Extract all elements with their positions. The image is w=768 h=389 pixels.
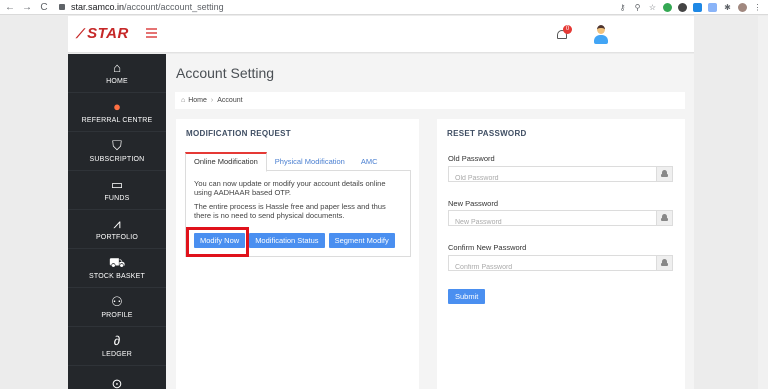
breadcrumb: ⌂ Home › Account	[175, 92, 685, 109]
sidebar-item-funds[interactable]: ▭ FUNDS	[68, 171, 166, 210]
lock-icon	[656, 256, 672, 270]
user-avatar[interactable]	[592, 25, 610, 45]
old-password-input[interactable]	[449, 171, 649, 186]
old-password-field	[448, 166, 673, 186]
url-host: star.samco.in	[71, 2, 125, 12]
segment-modify-button[interactable]: Segment Modify	[328, 233, 395, 248]
confirm-password-field	[448, 255, 673, 275]
confirm-password-label: Confirm New Password	[448, 243, 527, 252]
puzzle-icon[interactable]: ✱	[723, 3, 732, 12]
logo-mark-icon: ⟋	[76, 25, 86, 41]
profile-avatar-icon[interactable]	[738, 3, 747, 12]
breadcrumb-current: Account	[217, 97, 243, 104]
sidebar-item-label: FUNDS	[104, 195, 130, 202]
sidebar-item-more[interactable]: ⊙	[68, 366, 166, 389]
wallet-icon: ▭	[110, 177, 124, 192]
menu-toggle-icon[interactable]	[146, 28, 157, 38]
lock-icon	[59, 4, 65, 10]
modification-tabs: Online Modification Physical Modificatio…	[185, 152, 411, 172]
back-icon[interactable]: ←	[3, 2, 17, 13]
star-logo[interactable]: ⟋ STAR	[76, 25, 129, 42]
star-icon[interactable]: ☆	[648, 3, 657, 12]
address-bar[interactable]: star.samco.in/account/account_setting	[59, 2, 224, 12]
sidebar-item-ledger[interactable]: ∂ LEDGER	[68, 327, 166, 366]
sidebar-item-label: PROFILE	[101, 312, 133, 319]
lock-icon	[656, 167, 672, 181]
sidebar-item-label: HOME	[106, 78, 128, 85]
modification-description-2: The entire process is Hassle free and pa…	[194, 202, 386, 220]
forward-icon[interactable]: →	[20, 2, 34, 13]
sidebar-item-label: LEDGER	[102, 351, 132, 358]
home-icon: ⌂	[181, 97, 186, 104]
reset-password-card: RESET PASSWORD Old Password New Password…	[437, 119, 685, 389]
browser-toolbar: ← → C star.samco.in/account/account_sett…	[0, 0, 768, 15]
sidebar-item-subscription[interactable]: ⛉ SUBSCRIPTION	[68, 132, 166, 171]
sidebar-item-label: PORTFOLIO	[95, 234, 139, 241]
browser-extensions: ⚷ ⚲ ☆ ✱ ⋮	[618, 1, 762, 14]
user-icon: ⚇	[111, 294, 123, 309]
zoom-icon[interactable]: ⚲	[633, 3, 642, 12]
modification-status-button[interactable]: Modification Status	[249, 233, 325, 248]
sidebar-item-label: STOCK BASKET	[89, 273, 145, 280]
tab-physical-modification[interactable]: Physical Modification	[267, 152, 353, 171]
new-password-label: New Password	[448, 199, 499, 208]
sidebar-item-label: REFERRAL CENTRE	[81, 117, 153, 124]
reload-icon[interactable]: C	[37, 2, 51, 13]
sidebar-item-portfolio[interactable]: ⩘ PORTFOLIO	[68, 210, 166, 249]
tab-online-modification[interactable]: Online Modification	[185, 152, 267, 172]
sidebar: ⌂ HOME ● REFERRAL CENTRE ⛉ SUBSCRIPTION …	[68, 54, 166, 389]
extension-blue-icon[interactable]	[693, 3, 702, 12]
circle-check-icon: ⊙	[111, 375, 123, 389]
scrollbar[interactable]	[758, 16, 768, 389]
breadcrumb-separator: ›	[210, 97, 214, 104]
page-margin-left	[0, 16, 68, 389]
logo-text: STAR	[87, 25, 129, 42]
kebab-menu-icon[interactable]: ⋮	[753, 3, 762, 12]
notification-badge: 0	[563, 25, 572, 34]
url-path: /account/account_setting	[124, 2, 224, 12]
main-content: Account Setting ⌂ Home › Account MODIFIC…	[166, 54, 694, 389]
extension-dark-icon[interactable]	[678, 3, 687, 12]
breadcrumb-home[interactable]: Home	[188, 97, 207, 104]
modify-now-highlight	[186, 227, 249, 257]
chart-icon: ⩘	[113, 216, 121, 231]
sidebar-item-referral-centre[interactable]: ● REFERRAL CENTRE	[68, 93, 166, 132]
sidebar-item-home[interactable]: ⌂ HOME	[68, 54, 166, 93]
referral-icon: ●	[113, 99, 121, 114]
confirm-password-input[interactable]	[449, 260, 649, 275]
ledger-icon: ∂	[113, 333, 121, 348]
submit-button[interactable]: Submit	[448, 289, 486, 304]
page-title: Account Setting	[176, 65, 275, 81]
modification-request-title: MODIFICATION REQUEST	[186, 129, 291, 138]
new-password-field	[448, 210, 673, 230]
basket-icon: ⛟	[108, 255, 126, 270]
site-header: ⟋ STAR 0	[68, 16, 694, 53]
tab-amc[interactable]: AMC	[353, 152, 386, 171]
sidebar-item-stock-basket[interactable]: ⛟ STOCK BASKET	[68, 249, 166, 288]
cart-icon: ⛉	[112, 138, 122, 153]
home-icon: ⌂	[113, 60, 121, 75]
lock-icon	[656, 211, 672, 225]
key-icon[interactable]: ⚷	[618, 3, 627, 12]
modification-description-1: You can now update or modify your accoun…	[194, 179, 386, 197]
old-password-label: Old Password	[448, 154, 495, 163]
new-password-input[interactable]	[449, 215, 649, 230]
reset-password-title: RESET PASSWORD	[447, 129, 527, 138]
sidebar-item-profile[interactable]: ⚇ PROFILE	[68, 288, 166, 327]
sidebar-item-label: SUBSCRIPTION	[89, 156, 145, 163]
extension-green-icon[interactable]	[663, 3, 672, 12]
notification-bell-icon[interactable]: 0	[556, 25, 572, 41]
extension-screenshot-icon[interactable]	[708, 3, 717, 12]
